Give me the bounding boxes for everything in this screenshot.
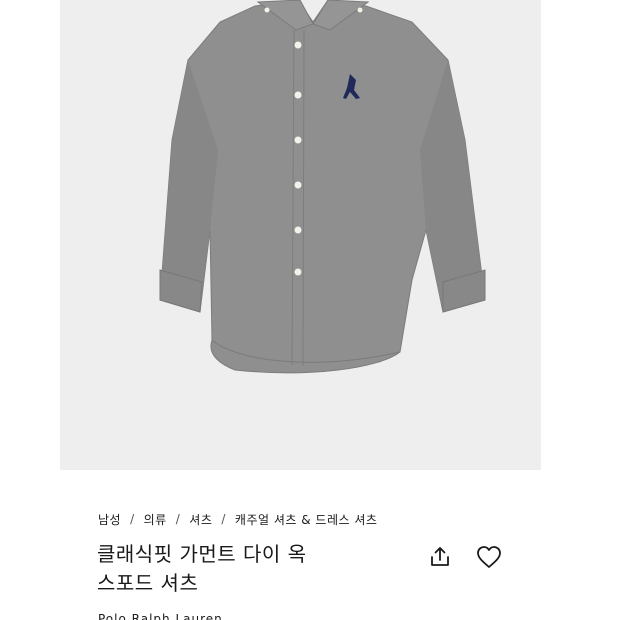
breadcrumb-separator: / — [175, 512, 181, 526]
breadcrumb-item-casual-dress-shirts[interactable]: 캐주얼 셔츠 & 드레스 셔츠 — [235, 511, 378, 528]
breadcrumb-separator: / — [221, 512, 226, 526]
breadcrumb-item-clothing[interactable]: 의류 — [144, 511, 167, 528]
product-brand[interactable]: Polo Ralph Lauren — [98, 612, 223, 620]
product-title-line-2: 스포드 셔츠 — [97, 571, 199, 595]
breadcrumb-item-men[interactable]: 남성 — [98, 511, 121, 528]
wishlist-button[interactable] — [475, 543, 503, 571]
shirt-illustration — [159, 0, 486, 374]
breadcrumb-item-shirts[interactable]: 셔츠 — [189, 511, 212, 528]
share-button[interactable] — [426, 543, 454, 571]
breadcrumb: 남성 / 의류 / 셔츠 / 캐주얼 셔츠 & 드레스 셔츠 — [98, 509, 377, 529]
product-title-line-1: 클래식핏 가먼트 다이 옥 — [97, 542, 307, 566]
product-image[interactable] — [60, 0, 541, 470]
product-page: 남성 / 의류 / 셔츠 / 캐주얼 셔츠 & 드레스 셔츠 클래식핏 가먼트 … — [0, 0, 620, 620]
share-icon — [431, 547, 449, 566]
product-title: 클래식핏 가먼트 다이 옥 스포드 셔츠 — [97, 540, 397, 598]
heart-icon — [477, 546, 501, 568]
breadcrumb-separator: / — [130, 512, 135, 526]
